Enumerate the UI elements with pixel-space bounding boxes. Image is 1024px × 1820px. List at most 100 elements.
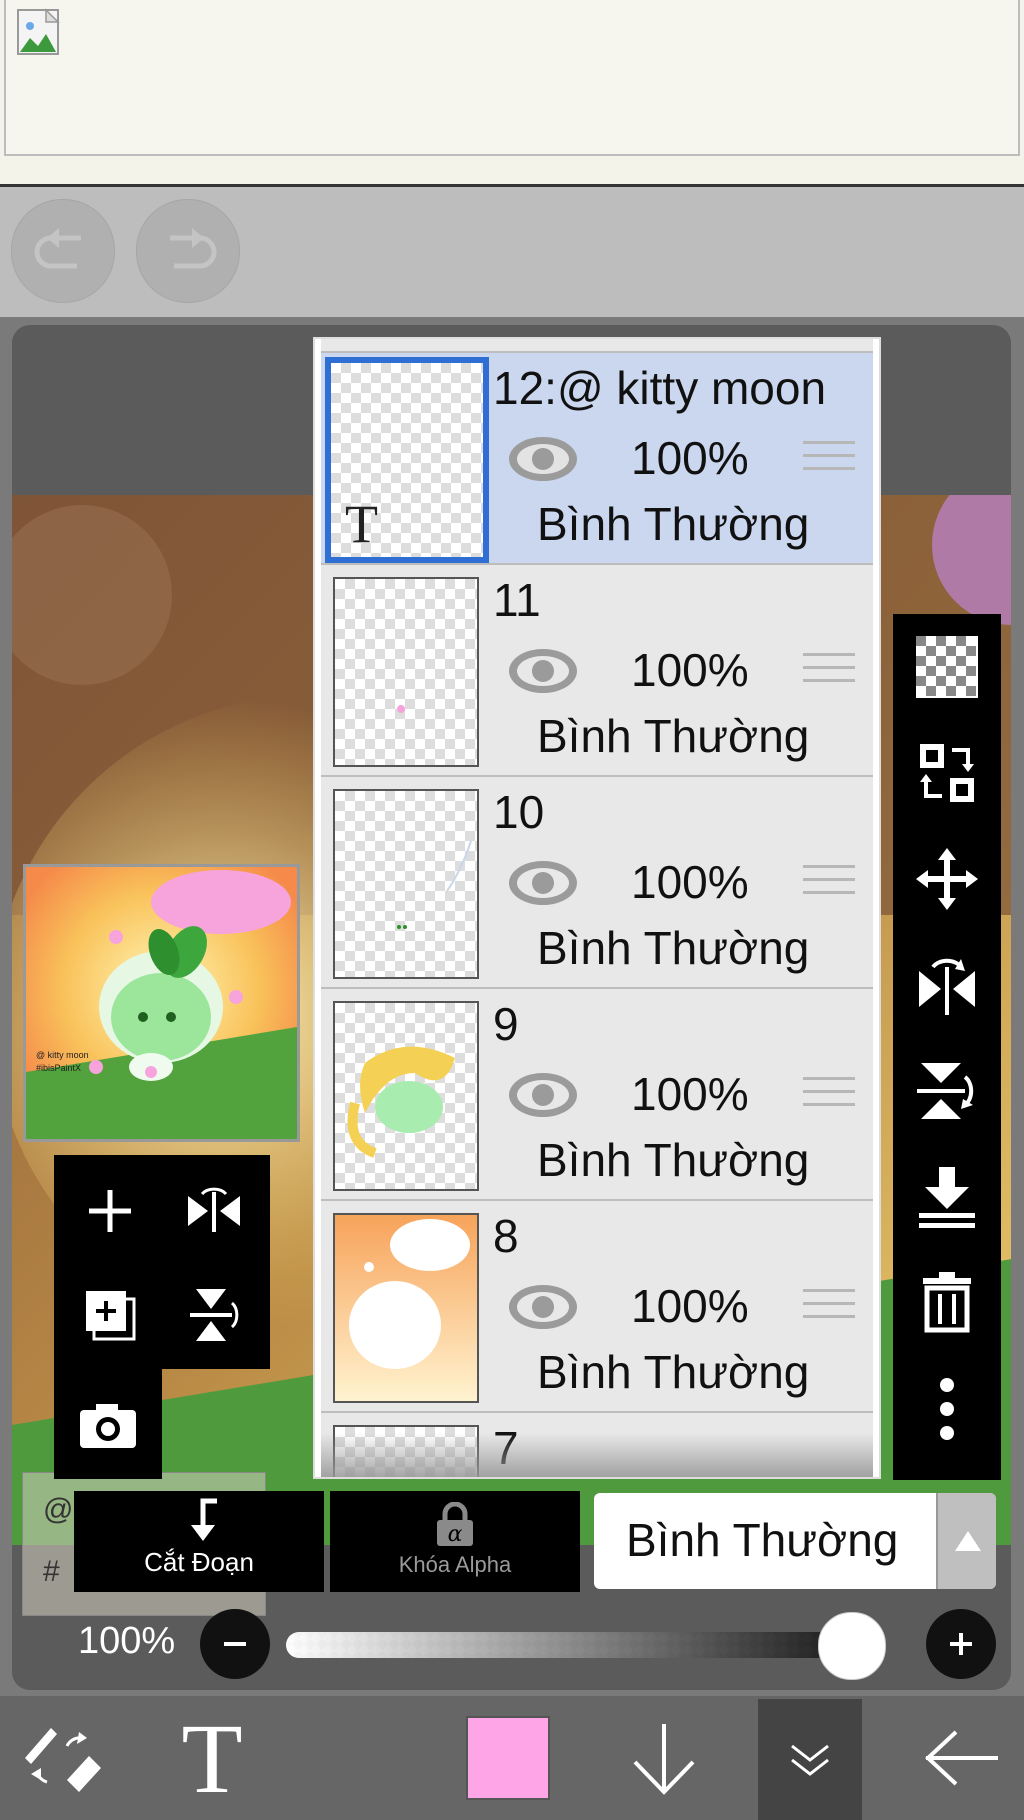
bottom-toolbar: T: [0, 1696, 1024, 1820]
import-photo-button[interactable]: [58, 1375, 158, 1475]
clipping-button[interactable]: Cắt Đoạn: [74, 1491, 324, 1592]
alpha-lock-label: Khóa Alpha: [398, 1552, 512, 1577]
layer-name: 10: [493, 786, 545, 838]
trash-icon: [923, 1272, 971, 1333]
move-button[interactable]: [893, 826, 1001, 932]
duplicate-layer-button[interactable]: [60, 1265, 160, 1365]
layer-thumbnail: [333, 1213, 479, 1403]
undo-button[interactable]: [11, 199, 115, 303]
eye-icon[interactable]: [505, 1069, 581, 1121]
redo-icon: [170, 228, 217, 269]
flip-layer-vertical-button[interactable]: [164, 1265, 264, 1365]
layer-opacity: 100%: [631, 644, 749, 696]
layer-name: 9: [493, 998, 519, 1050]
flip-vertical-button[interactable]: [893, 1038, 1001, 1144]
minus-icon: [224, 1642, 246, 1646]
plus-icon: [950, 1633, 972, 1655]
delete-layer-button[interactable]: [893, 1250, 1001, 1356]
more-options-button[interactable]: [893, 1356, 1001, 1462]
add-layer-icon: [86, 1291, 136, 1341]
blend-mode-select[interactable]: Bình Thường: [594, 1493, 996, 1589]
transparency-icon: [916, 636, 978, 698]
layer-row-partial[interactable]: [321, 339, 873, 353]
thumbnail-watermark: @ kitty moon #ibisPaintX: [36, 1050, 89, 1073]
opacity-decrease-button[interactable]: [200, 1609, 270, 1679]
color-picker-button[interactable]: [456, 1696, 560, 1820]
layer-name: 8: [493, 1210, 519, 1262]
redo-button[interactable]: [136, 199, 240, 303]
eye-icon[interactable]: [505, 1281, 581, 1333]
plus-icon: [89, 1190, 131, 1232]
broken-image-icon: [17, 8, 60, 55]
drag-handle[interactable]: [803, 1077, 855, 1113]
text-tool-button[interactable]: T: [150, 1696, 274, 1820]
swap-layer-icon: [920, 744, 974, 802]
opacity-value: 100%: [78, 1620, 176, 1662]
layer-panel: T 12:@ kitty moon 100% Bình Thường 11 10…: [313, 337, 881, 1479]
layer-name: 12:@ kitty moon: [493, 362, 827, 414]
layer-row-12[interactable]: T 12:@ kitty moon 100% Bình Thường: [321, 353, 873, 565]
layer-opacity: 100%: [631, 1280, 749, 1332]
layer-row-8[interactable]: 8 100% Bình Thường: [321, 1201, 873, 1413]
clipping-label: Cắt Đoạn: [144, 1547, 254, 1577]
drag-handle[interactable]: [803, 653, 855, 689]
layer-tool-palette: [54, 1155, 270, 1369]
layer-list[interactable]: T 12:@ kitty moon 100% Bình Thường 11 10…: [321, 339, 873, 1477]
alpha-lock-button[interactable]: α Khóa Alpha: [330, 1491, 580, 1592]
layer-thumbnail: T: [325, 357, 489, 563]
back-button[interactable]: [900, 1696, 1024, 1820]
layer-blend-mode: Bình Thường: [537, 498, 810, 550]
blend-mode-arrow[interactable]: [936, 1493, 996, 1589]
eye-icon[interactable]: [505, 645, 581, 697]
move-icon: [916, 848, 978, 910]
layer-row-9[interactable]: 9 100% Bình Thường: [321, 989, 873, 1201]
undo-icon: [34, 228, 81, 269]
merge-down-icon: [919, 1167, 975, 1228]
canvas-thumbnail[interactable]: @ kitty moon #ibisPaintX: [23, 864, 300, 1142]
history-toolbar: [0, 187, 1024, 317]
current-color-swatch: [466, 1716, 550, 1800]
clipping-arrow-icon: [191, 1498, 217, 1541]
layer-action-toolbar: [893, 614, 1001, 1480]
flip-layer-horizontal-button[interactable]: [164, 1161, 264, 1261]
drag-handle[interactable]: [803, 1289, 855, 1325]
flip-horizontal-button[interactable]: [893, 932, 1001, 1038]
arrow-left-icon: [925, 1730, 998, 1786]
layer-blend-mode: Bình Thường: [537, 710, 810, 762]
double-chevron-down-icon: [791, 1744, 829, 1776]
flip-vertical-icon: [917, 1063, 974, 1119]
eye-icon[interactable]: [505, 433, 581, 485]
opacity-slider[interactable]: [286, 1632, 886, 1658]
transparency-button[interactable]: [893, 614, 1001, 720]
brush-eraser-toggle-button[interactable]: [0, 1696, 124, 1820]
svg-text:α: α: [448, 1522, 463, 1547]
layer-thumbnail: [333, 789, 479, 979]
drag-handle[interactable]: [803, 441, 855, 477]
layer-row-11[interactable]: 11 100% Bình Thường: [321, 565, 873, 777]
eye-icon[interactable]: [505, 857, 581, 909]
layer-name: 11: [493, 574, 541, 626]
camera-icon: [80, 1404, 136, 1448]
camera-palette: [54, 1369, 162, 1479]
add-layer-button[interactable]: [60, 1161, 160, 1261]
arrow-down-icon: [633, 1724, 695, 1795]
text-tool-icon: T: [181, 1702, 243, 1814]
drag-handle[interactable]: [803, 865, 855, 901]
layer-row-10[interactable]: 10 100% Bình Thường: [321, 777, 873, 989]
ad-banner[interactable]: [4, 0, 1020, 156]
layer-opacity: 100%: [631, 1068, 749, 1120]
layer-down-button[interactable]: [612, 1696, 716, 1820]
opacity-increase-button[interactable]: [926, 1609, 996, 1679]
merge-down-button[interactable]: [893, 1144, 1001, 1250]
opacity-slider-handle[interactable]: [818, 1612, 886, 1680]
text-line-2: #: [43, 1555, 60, 1588]
layer-blend-mode: Bình Thường: [537, 1134, 810, 1186]
layer-opacity: 100%: [631, 856, 749, 908]
collapse-panel-button[interactable]: [758, 1699, 862, 1820]
brush-eraser-icon: [25, 1728, 101, 1792]
more-icon: [940, 1378, 954, 1440]
swap-layer-button[interactable]: [893, 720, 1001, 826]
flip-horizontal-icon: [919, 958, 975, 1015]
layer-blend-mode: Bình Thường: [537, 1346, 810, 1398]
flip-horizontal-icon: [188, 1187, 240, 1232]
